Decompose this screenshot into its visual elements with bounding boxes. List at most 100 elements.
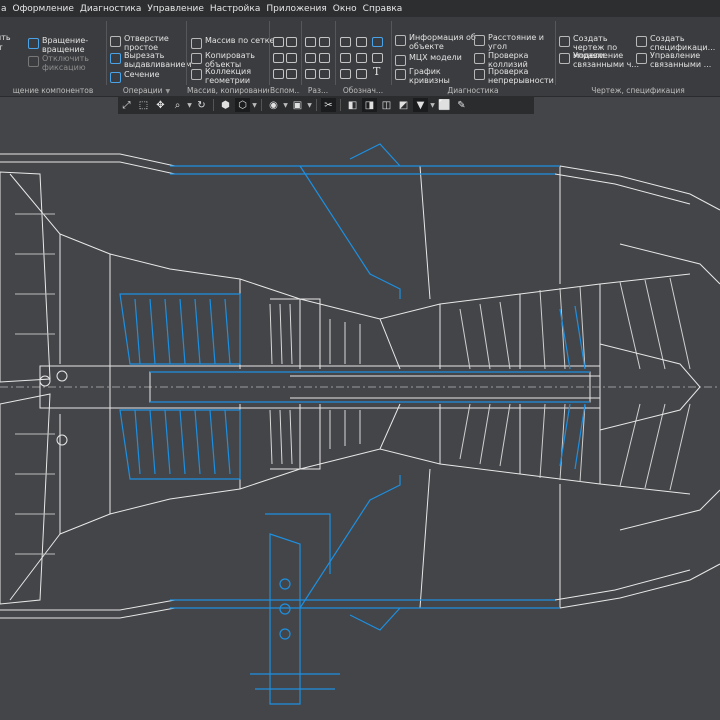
roughness-icon[interactable]: [340, 37, 351, 47]
menu-item-partial[interactable]: а: [0, 4, 10, 14]
continuity-icon: [474, 69, 485, 80]
grid-array-button[interactable]: Массив по сетке: [191, 36, 274, 49]
drawing-spec-label-text: Чертеж, спецификация: [591, 86, 685, 95]
distance-angle-label: Расстояние и угол: [488, 33, 544, 51]
group-label-diagnostics: Диагностика: [392, 86, 554, 95]
copy-icon: [191, 53, 202, 64]
group-components: ить т Вращение-вращение Отключить фиксац…: [0, 17, 106, 96]
linked-spec-icon: [636, 53, 647, 64]
curvature-graph-label: График кривизны: [409, 67, 450, 85]
dimension-icon[interactable]: [305, 37, 316, 47]
zoom-dropdown-icon[interactable]: ▼: [186, 102, 193, 109]
hole-label: Отверстие простое: [124, 34, 169, 52]
manage-linked1-label: Управление связанными ч...: [573, 51, 639, 69]
mass-icon: [395, 55, 406, 66]
weld-icon[interactable]: [372, 53, 383, 63]
layer-icon[interactable]: [319, 53, 330, 63]
display-dropdown-icon[interactable]: ▼: [306, 102, 313, 109]
create-spec-button[interactable]: Создать спецификаци...: [636, 34, 716, 52]
hidden-lines-icon[interactable]: ◩: [396, 98, 411, 112]
group-label-arrays: Массив, копирование▼: [187, 86, 269, 95]
menu-item-diagnostics[interactable]: Диагностика: [77, 4, 145, 14]
partial-button-2[interactable]: т: [0, 43, 3, 53]
plane-icon[interactable]: [286, 37, 297, 47]
zoom-all-icon[interactable]: ⤢: [119, 98, 134, 112]
orientation-dropdown-icon[interactable]: ▼: [251, 102, 258, 109]
group-aux: Вспом...: [270, 17, 300, 96]
tolerance-icon[interactable]: [356, 37, 367, 47]
eye-icon[interactable]: ◉: [266, 98, 281, 112]
section-button[interactable]: Сечение: [110, 70, 160, 83]
selection-icon[interactable]: ⬜: [437, 98, 452, 112]
text-tool-button[interactable]: T: [373, 66, 380, 76]
rotate-button[interactable]: Вращение-вращение: [28, 36, 92, 54]
geometry-collection-button[interactable]: Коллекция геометрии: [191, 67, 257, 85]
perspective-icon[interactable]: ◨: [362, 98, 377, 112]
menu-item-settings[interactable]: Настройка: [207, 4, 264, 14]
axis-icon[interactable]: [273, 37, 284, 47]
filter-dropdown-icon[interactable]: ▼: [429, 102, 436, 109]
disable-fix-label: Отключить фиксацию: [42, 54, 89, 72]
table-icon[interactable]: [305, 53, 316, 63]
manage-linked-drawings-button[interactable]: Управление связанными ч...: [559, 51, 639, 69]
hole-icon: [110, 36, 121, 47]
position-icon[interactable]: [340, 69, 351, 79]
continuity-check-button[interactable]: Проверка непрерывности: [474, 67, 554, 85]
sheet-icon[interactable]: [319, 37, 330, 47]
create-spec-label: Создать спецификаци...: [650, 34, 716, 52]
zoom-icon[interactable]: ⌕: [170, 98, 185, 112]
diagnostics-label-text: Диагностика: [447, 86, 499, 95]
curvature-graph-button[interactable]: График кривизны: [395, 67, 450, 85]
line-icon[interactable]: [286, 53, 297, 63]
expand-arrow-icon[interactable]: ▼: [166, 88, 171, 95]
point-icon[interactable]: [273, 53, 284, 63]
cube-icon[interactable]: ⬢: [218, 98, 233, 112]
menu-item-formatting[interactable]: Оформление: [10, 4, 77, 14]
group-drawing-spec: Создать чертеж по модели Управление связ…: [556, 17, 720, 96]
sketch-icon[interactable]: [286, 69, 297, 79]
chamfer-icon[interactable]: [356, 69, 367, 79]
leader-icon[interactable]: [372, 37, 383, 47]
rotate-icon[interactable]: ↻: [194, 98, 209, 112]
collision-icon: [474, 53, 485, 64]
group-designations: T Обознач...: [336, 17, 390, 96]
shading-icon[interactable]: ◧: [345, 98, 360, 112]
partial-button-1[interactable]: ить: [0, 33, 11, 43]
menu-item-window[interactable]: Окно: [330, 4, 360, 14]
cut-extrude-label: Вырезать выдавливанием: [124, 51, 192, 69]
partial-label-2: т: [0, 43, 3, 52]
section-view-icon[interactable]: ✂: [321, 98, 336, 112]
link-icon[interactable]: [319, 69, 330, 79]
base-icon[interactable]: [340, 53, 351, 63]
display-mode-icon[interactable]: ▣: [290, 98, 305, 112]
group-icon[interactable]: [305, 69, 316, 79]
wireframe-icon[interactable]: ◫: [379, 98, 394, 112]
toolbar-separator: [316, 99, 317, 111]
menu-item-help[interactable]: Справка: [360, 4, 406, 14]
engine-wireframe-model[interactable]: [0, 114, 720, 720]
mass-props-label: МЦХ модели: [409, 53, 462, 62]
hole-button[interactable]: Отверстие простое: [110, 34, 184, 52]
filter-icon[interactable]: ▼: [413, 98, 428, 112]
operations-label-text: Операции: [122, 86, 163, 95]
partial-label-1: ить: [0, 33, 11, 42]
group-label-components: щение компонентов: [12, 86, 94, 95]
group-small: Раз...: [302, 17, 334, 96]
view-orientation-icon[interactable]: ⬡: [235, 98, 250, 112]
small-label-text: Раз...: [307, 86, 329, 95]
curve-icon[interactable]: [273, 69, 284, 79]
eye-dropdown-icon[interactable]: ▼: [282, 102, 289, 109]
menu-item-applications[interactable]: Приложения: [263, 4, 329, 14]
zoom-select-icon[interactable]: ⬚: [136, 98, 151, 112]
mark-icon[interactable]: [356, 53, 367, 63]
brush-icon[interactable]: ✎: [454, 98, 469, 112]
distance-angle-button[interactable]: Расстояние и угол: [474, 33, 548, 51]
group-label-designations: Обознач...: [336, 86, 390, 95]
menu-item-management[interactable]: Управление: [144, 4, 206, 14]
disable-fix-button[interactable]: Отключить фиксацию: [28, 54, 92, 72]
manage-linked-spec-button[interactable]: Управление связанными ...: [636, 51, 716, 69]
mass-props-button[interactable]: МЦХ модели: [395, 53, 462, 66]
pan-icon[interactable]: ✥: [153, 98, 168, 112]
drawing-icon: [559, 36, 570, 47]
cut-extrude-button[interactable]: Вырезать выдавливанием: [110, 51, 192, 69]
